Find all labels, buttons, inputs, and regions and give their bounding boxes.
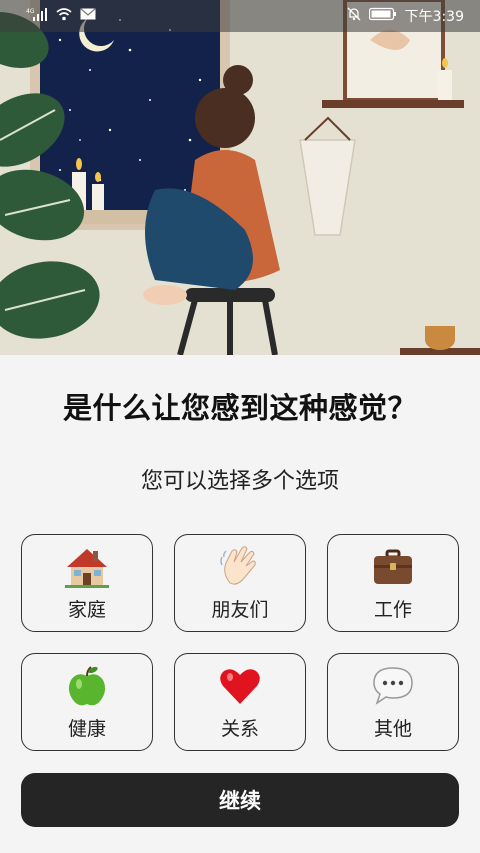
status-time: 下午3:39 <box>404 9 464 25</box>
option-friends[interactable]: 朋友们 <box>174 534 306 632</box>
hero-illustration <box>0 0 480 355</box>
continue-button[interactable]: 继续 <box>21 773 459 827</box>
hint-text: 您可以选择多个选项 <box>140 469 339 494</box>
option-other[interactable]: 其他 <box>327 653 459 751</box>
option-health[interactable]: 健康 <box>21 653 153 751</box>
house-icon <box>65 545 109 589</box>
signal-icon: 4G <box>26 7 48 25</box>
speech-bubble-icon <box>371 664 415 708</box>
wifi-icon <box>56 7 72 25</box>
briefcase-icon <box>371 545 415 589</box>
heart-icon <box>218 664 262 708</box>
option-label: 健康 <box>67 717 106 740</box>
option-label: 朋友们 <box>211 598 269 621</box>
status-left: 4G <box>26 7 96 25</box>
status-bar: 4G 下午3:39 <box>0 0 480 32</box>
option-work[interactable]: 工作 <box>327 534 459 632</box>
option-label: 家庭 <box>67 598 106 621</box>
mute-bell-icon <box>347 7 361 25</box>
mail-icon <box>80 8 96 24</box>
waving-hand-icon <box>218 545 262 589</box>
option-label: 工作 <box>373 598 412 621</box>
status-right: 下午3:39 <box>347 6 464 26</box>
option-label: 其他 <box>373 717 412 740</box>
green-apple-icon <box>65 664 109 708</box>
content-panel: 是什么让您感到这种感觉？ 您可以选择多个选项 家庭 朋友们 工作 健康 关系 其… <box>0 355 480 853</box>
options-grid: 家庭 朋友们 工作 健康 关系 其他 <box>21 534 459 751</box>
option-relationship[interactable]: 关系 <box>174 653 306 751</box>
battery-icon <box>368 7 397 25</box>
question-title: 是什么让您感到这种感觉？ <box>62 391 417 425</box>
option-family[interactable]: 家庭 <box>21 534 153 632</box>
svg-text:4G: 4G <box>26 8 35 15</box>
option-label: 关系 <box>220 717 259 740</box>
illustration-woman-window <box>0 0 480 355</box>
